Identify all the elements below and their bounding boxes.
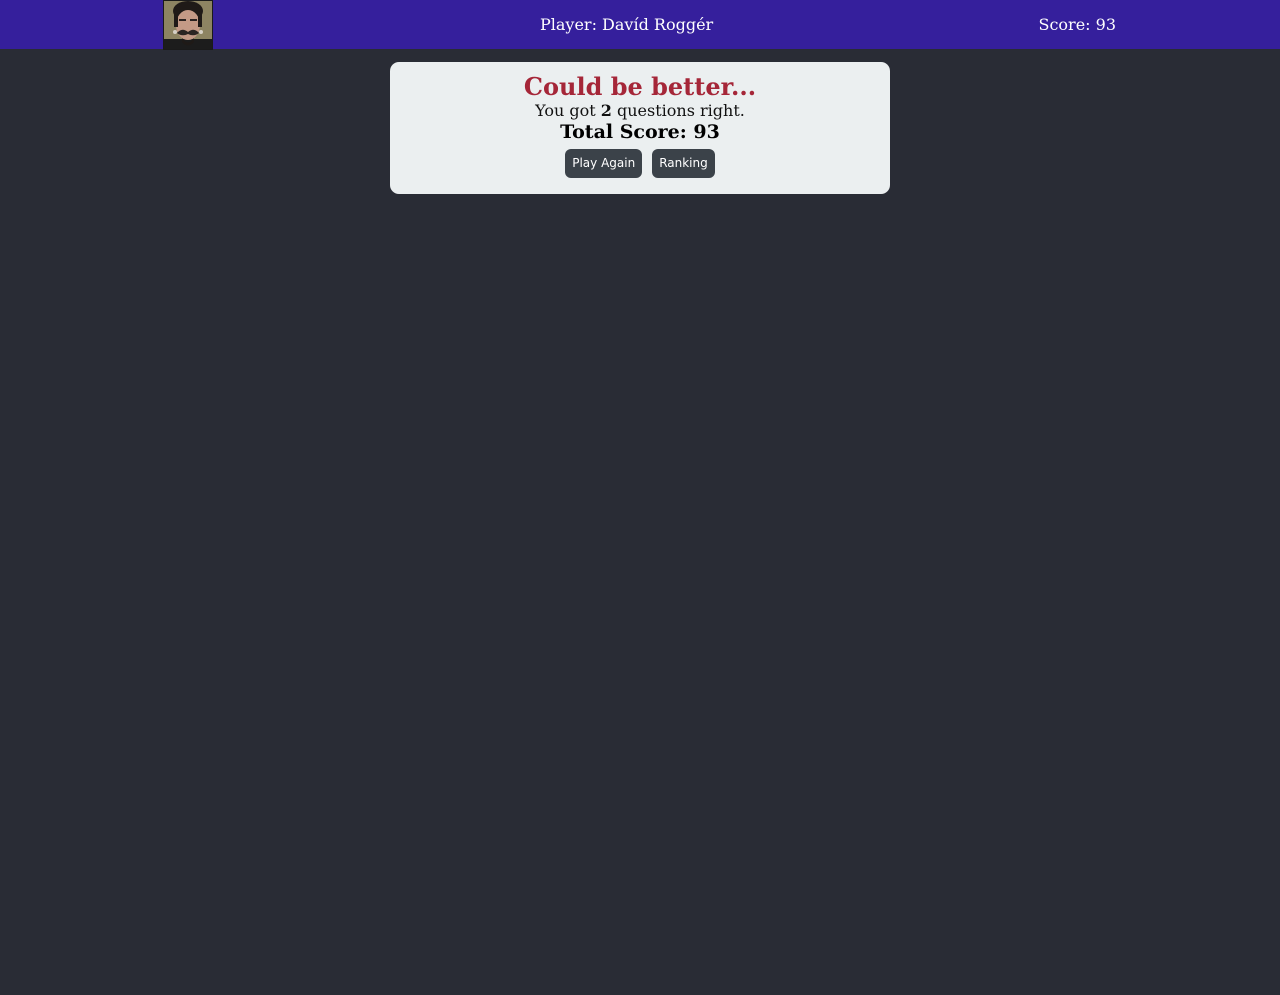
correct-answers-suffix: questions right. (611, 101, 745, 120)
result-title: Could be better... (523, 72, 757, 101)
correct-answers-count: 2 (600, 101, 612, 120)
total-score: Total Score: 93 (560, 121, 720, 143)
avatar-image (164, 1, 212, 49)
score-display: Score: 93 (1038, 15, 1116, 34)
result-actions: Play Again Ranking (390, 149, 890, 178)
player-name: Player: Davíd Roggér (540, 15, 714, 34)
correct-answers-prefix: You got (535, 101, 601, 120)
player-avatar (163, 0, 213, 50)
ranking-button[interactable]: Ranking (652, 149, 715, 178)
play-again-button[interactable]: Play Again (565, 149, 643, 178)
top-bar: Player: Davíd Roggér Score: 93 (0, 0, 1280, 50)
correct-answers-text: You got 2 questions right. (390, 101, 890, 121)
result-card: Could be better... You got 2 questions r… (390, 62, 890, 194)
